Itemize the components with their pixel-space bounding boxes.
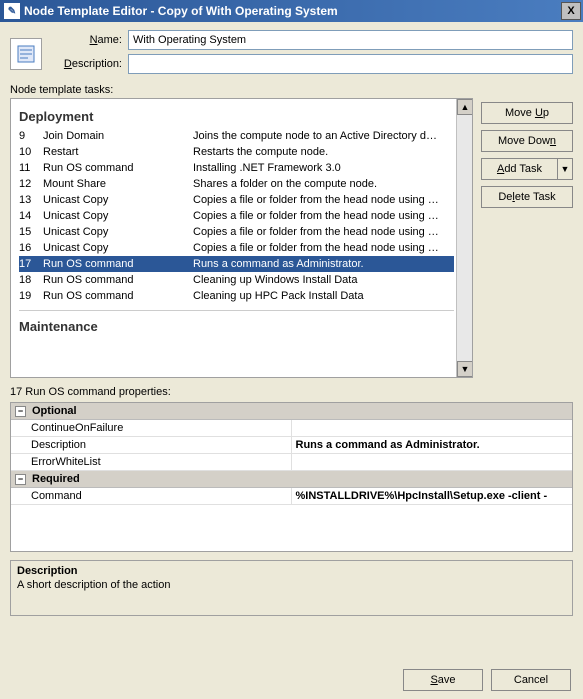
task-name: Unicast Copy (43, 210, 193, 222)
property-group-header[interactable]: −Required (11, 471, 572, 488)
add-task-split-button[interactable]: Add Task ▼ (481, 158, 573, 180)
task-row[interactable]: 13Unicast CopyCopies a file or folder fr… (19, 192, 454, 208)
task-row[interactable]: 11Run OS commandInstalling .NET Framewor… (19, 160, 454, 176)
task-description: Cleaning up Windows Install Data (193, 274, 454, 286)
task-number: 9 (19, 130, 43, 142)
task-number: 15 (19, 226, 43, 238)
add-task-button[interactable]: Add Task (481, 158, 557, 180)
collapse-icon[interactable]: − (15, 474, 26, 485)
task-description: Restarts the compute node. (193, 146, 454, 158)
task-row[interactable]: 9Join DomainJoins the compute node to an… (19, 128, 454, 144)
titlebar: ✎ Node Template Editor - Copy of With Op… (0, 0, 583, 22)
task-description: Runs a command as Administrator. (193, 258, 454, 270)
task-row[interactable]: 12Mount ShareShares a folder on the comp… (19, 176, 454, 192)
property-group-name: Required (32, 473, 80, 485)
property-row[interactable]: DescriptionRuns a command as Administrat… (11, 437, 572, 454)
description-input[interactable] (128, 54, 573, 74)
task-description: Copies a file or folder from the head no… (193, 242, 454, 254)
task-row[interactable]: 19Run OS commandCleaning up HPC Pack Ins… (19, 288, 454, 304)
description-label: Description: (58, 58, 128, 70)
property-value[interactable] (292, 454, 573, 470)
task-description: Copies a file or folder from the head no… (193, 210, 454, 222)
task-number: 17 (19, 258, 43, 270)
task-description: Cleaning up HPC Pack Install Data (193, 290, 454, 302)
delete-task-button[interactable]: Delete Task (481, 186, 573, 208)
task-name: Unicast Copy (43, 242, 193, 254)
task-number: 19 (19, 290, 43, 302)
task-number: 16 (19, 242, 43, 254)
task-name: Unicast Copy (43, 226, 193, 238)
window-title: Node Template Editor - Copy of With Oper… (24, 4, 561, 18)
group-header-maintenance[interactable]: Maintenance (19, 310, 454, 338)
task-name: Join Domain (43, 130, 193, 142)
name-label: Name: (58, 34, 128, 46)
task-name: Run OS command (43, 274, 193, 286)
task-name: Restart (43, 146, 193, 158)
scrollbar[interactable]: ▲ ▼ (456, 99, 472, 377)
task-name: Run OS command (43, 290, 193, 302)
task-number: 10 (19, 146, 43, 158)
property-row[interactable]: Command%INSTALLDRIVE%\HpcInstall\Setup.e… (11, 488, 572, 505)
properties-label: 17 Run OS command properties: (10, 386, 573, 398)
task-number: 13 (19, 194, 43, 206)
property-name: ErrorWhiteList (11, 454, 292, 470)
collapse-icon[interactable]: − (15, 406, 26, 417)
property-description-box: Description A short description of the a… (10, 560, 573, 616)
move-up-button[interactable]: Move Up (481, 102, 573, 124)
task-number: 18 (19, 274, 43, 286)
property-row[interactable]: ErrorWhiteList (11, 454, 572, 471)
property-description-text: A short description of the action (17, 579, 566, 591)
tasks-section-label: Node template tasks: (10, 84, 573, 96)
group-header-deployment[interactable]: Deployment (19, 105, 454, 128)
task-name: Unicast Copy (43, 194, 193, 206)
template-icon (10, 38, 42, 70)
task-description: Copies a file or folder from the head no… (193, 226, 454, 238)
properties-grid[interactable]: −OptionalContinueOnFailureDescriptionRun… (10, 402, 573, 552)
tasks-list[interactable]: Deployment 9Join DomainJoins the compute… (10, 98, 473, 378)
name-input[interactable] (128, 30, 573, 50)
property-value[interactable]: Runs a command as Administrator. (292, 437, 573, 453)
save-button[interactable]: Save (403, 669, 483, 691)
property-group-name: Optional (32, 405, 77, 417)
property-value[interactable]: %INSTALLDRIVE%\HpcInstall\Setup.exe -cli… (292, 488, 573, 504)
property-value[interactable] (292, 420, 573, 436)
task-description: Installing .NET Framework 3.0 (193, 162, 454, 174)
scroll-up-button[interactable]: ▲ (457, 99, 473, 115)
task-number: 14 (19, 210, 43, 222)
property-name: Description (11, 437, 292, 453)
task-number: 11 (19, 162, 43, 174)
property-description-title: Description (17, 565, 566, 577)
task-description: Copies a file or folder from the head no… (193, 194, 454, 206)
task-name: Run OS command (43, 162, 193, 174)
task-row[interactable]: 16Unicast CopyCopies a file or folder fr… (19, 240, 454, 256)
property-name: ContinueOnFailure (11, 420, 292, 436)
task-description: Joins the compute node to an Active Dire… (193, 130, 454, 142)
task-row[interactable]: 18Run OS commandCleaning up Windows Inst… (19, 272, 454, 288)
property-row[interactable]: ContinueOnFailure (11, 420, 572, 437)
property-name: Command (11, 488, 292, 504)
task-row[interactable]: 14Unicast CopyCopies a file or folder fr… (19, 208, 454, 224)
property-group-header[interactable]: −Optional (11, 403, 572, 420)
task-name: Mount Share (43, 178, 193, 190)
task-row[interactable]: 17Run OS commandRuns a command as Admini… (19, 256, 454, 272)
task-description: Shares a folder on the compute node. (193, 178, 454, 190)
task-row[interactable]: 15Unicast CopyCopies a file or folder fr… (19, 224, 454, 240)
task-row[interactable]: 10RestartRestarts the compute node. (19, 144, 454, 160)
task-number: 12 (19, 178, 43, 190)
close-button[interactable]: X (561, 2, 581, 20)
scroll-down-button[interactable]: ▼ (457, 361, 473, 377)
add-task-dropdown-icon[interactable]: ▼ (557, 158, 573, 180)
cancel-button[interactable]: Cancel (491, 669, 571, 691)
move-down-button[interactable]: Move Down (481, 130, 573, 152)
app-icon: ✎ (4, 3, 20, 19)
task-name: Run OS command (43, 258, 193, 270)
